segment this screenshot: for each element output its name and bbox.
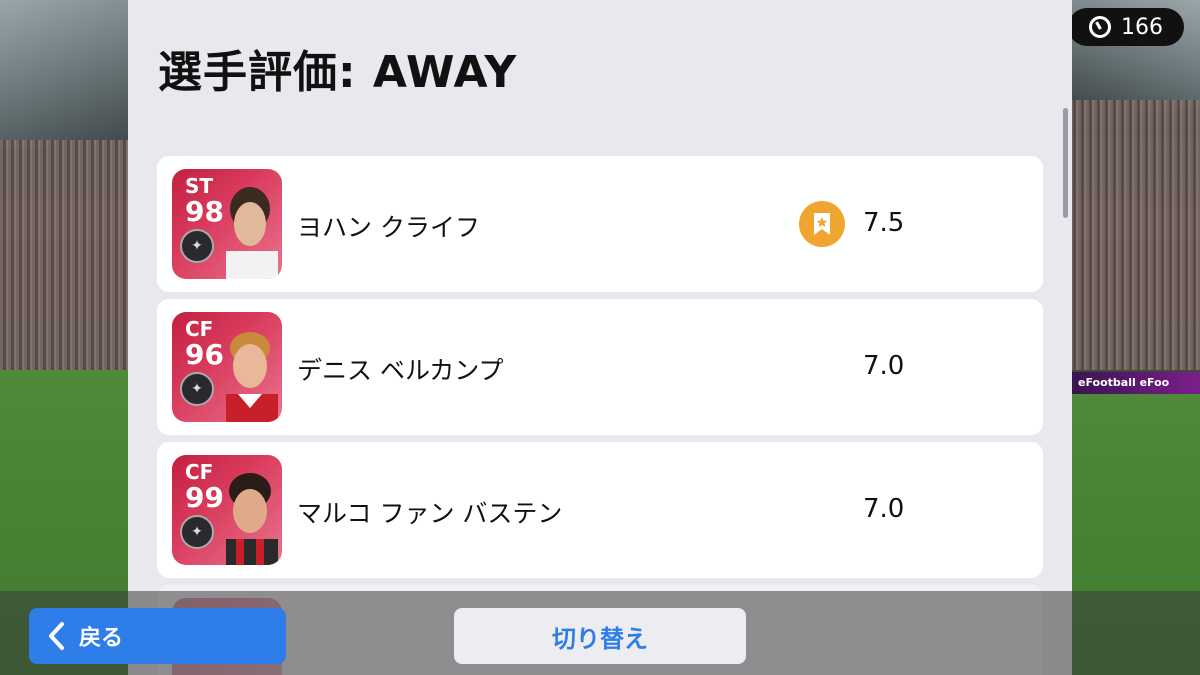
stadium-roof-left — [0, 0, 130, 150]
player-rating-panel: 選手評価: AWAY ST 98 ✦ ヨハン クライフ 7.5 CF 96 ✦ … — [128, 0, 1072, 675]
scrollbar[interactable] — [1063, 108, 1068, 218]
page-title: 選手評価: AWAY — [158, 47, 518, 98]
player-card: ST 98 ✦ — [172, 169, 282, 279]
switch-button[interactable]: 切り替え — [454, 608, 746, 664]
player-score: 7.0 — [863, 351, 905, 381]
player-card: CF 96 ✦ — [172, 312, 282, 422]
timer-icon — [1089, 16, 1111, 38]
player-card: CF 99 ✦ — [172, 455, 282, 565]
player-row[interactable]: CF 99 ✦ マルコ ファン バステン 7.0 — [157, 442, 1043, 578]
player-portrait-icon — [226, 332, 278, 422]
back-button[interactable]: 戻る — [29, 608, 286, 664]
player-name: ヨハン クライフ — [297, 213, 480, 242]
back-button-label: 戻る — [79, 626, 124, 651]
switch-button-label: 切り替え — [552, 624, 648, 653]
counter-badge: 166 — [1068, 8, 1184, 46]
bookmark-star-icon — [799, 201, 845, 247]
player-name: マルコ ファン バステン — [297, 499, 563, 528]
player-name: デニス ベルカンプ — [297, 356, 504, 385]
card-emblem-icon: ✦ — [180, 229, 214, 263]
player-portrait-icon — [226, 187, 278, 279]
chevron-left-icon — [49, 622, 64, 650]
stadium-stand-left — [0, 140, 130, 370]
player-portrait-icon — [226, 473, 278, 565]
stadium-stand-right — [1070, 100, 1200, 370]
card-emblem-icon: ✦ — [180, 372, 214, 406]
counter-value: 166 — [1121, 14, 1163, 40]
ad-board: eFootball eFoo — [1072, 372, 1200, 394]
player-row[interactable]: CF 96 ✦ デニス ベルカンプ 7.0 — [157, 299, 1043, 435]
player-score: 7.5 — [863, 208, 905, 238]
player-score: 7.0 — [863, 494, 905, 524]
card-emblem-icon: ✦ — [180, 515, 214, 549]
player-row[interactable]: ST 98 ✦ ヨハン クライフ 7.5 — [157, 156, 1043, 292]
